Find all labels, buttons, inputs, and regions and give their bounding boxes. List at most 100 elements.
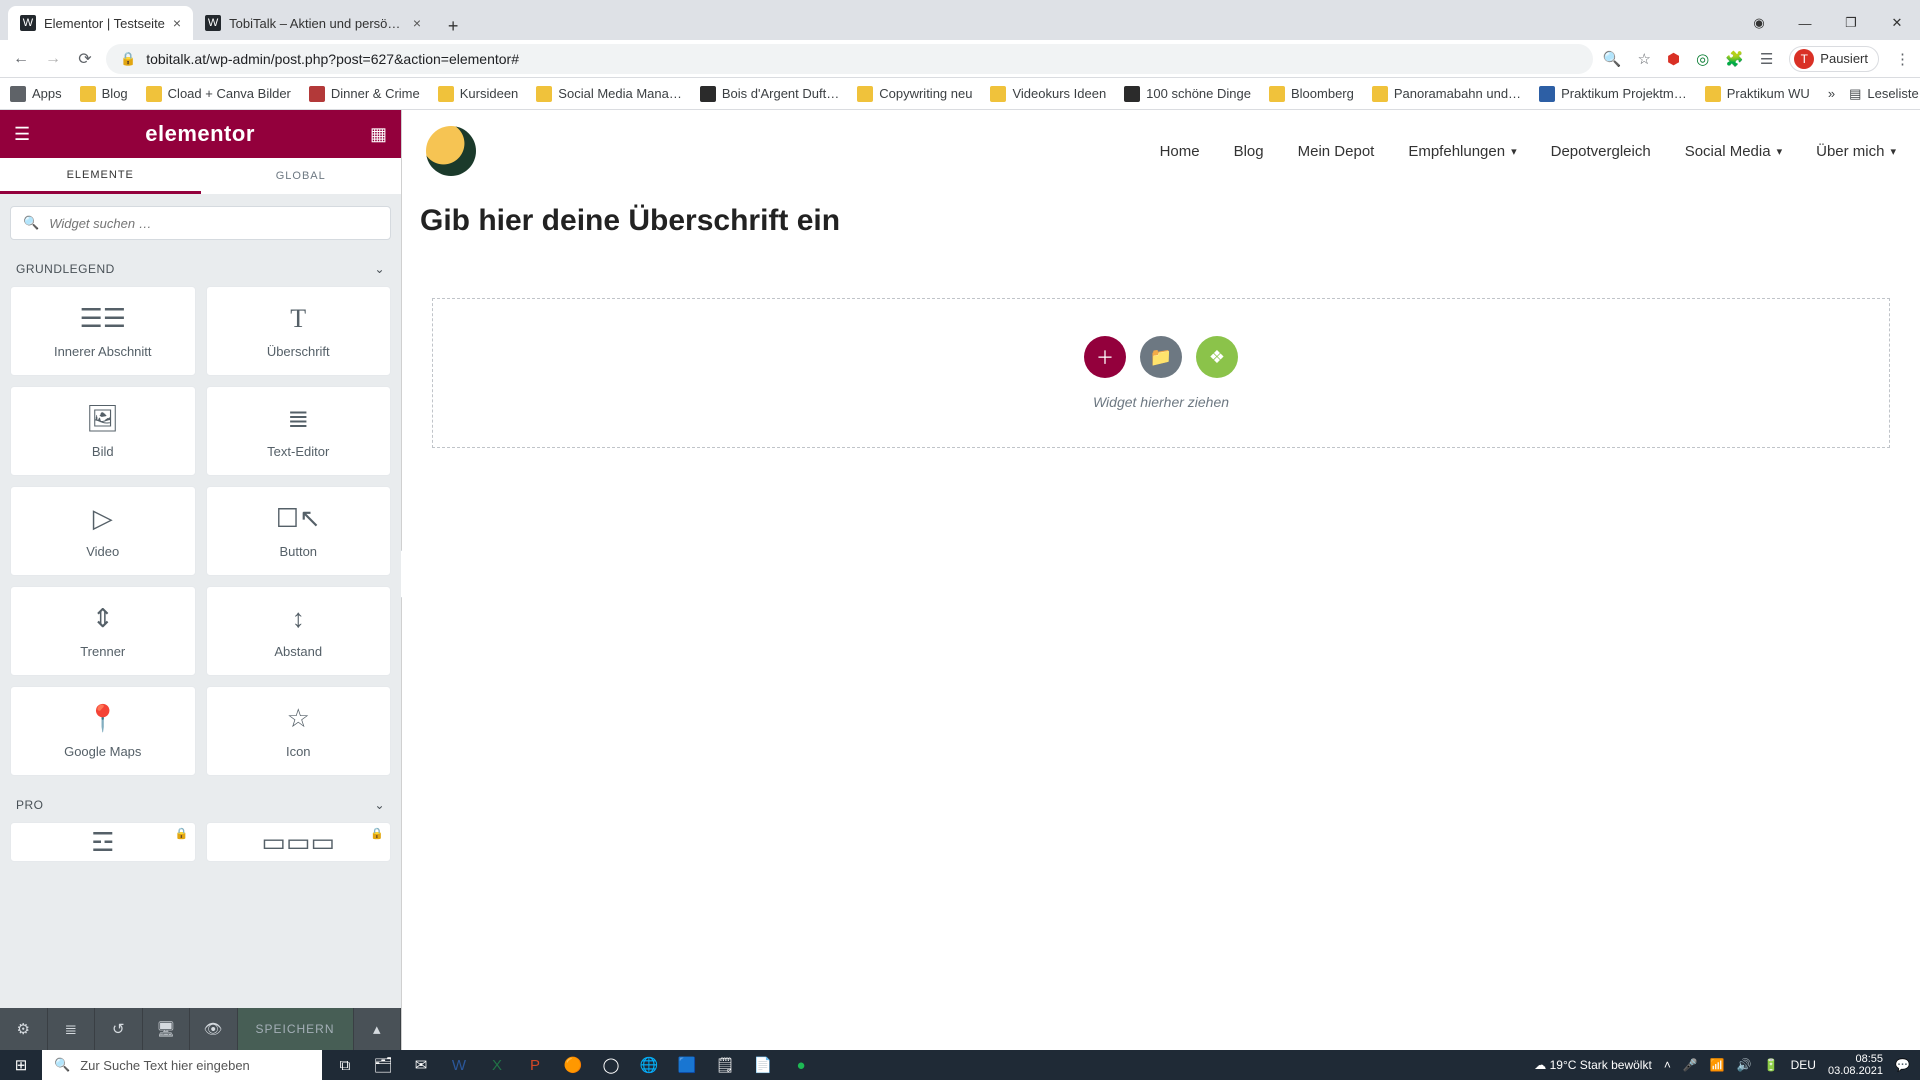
menu-icon[interactable]: ☰ [14,124,30,145]
site-logo[interactable] [426,126,476,176]
new-tab-button[interactable]: + [439,12,467,40]
settings-button[interactable]: ⚙ [0,1008,48,1050]
grid-icon[interactable]: ▦ [370,124,387,145]
widget-heading[interactable]: TÜberschrift [206,286,392,376]
bookmark-item[interactable]: Blog [80,86,128,102]
navigator-button[interactable]: ≣ [48,1008,96,1050]
taskbar-search[interactable]: 🔍 Zur Suche Text hier eingeben [42,1050,322,1080]
bookmark-item[interactable]: 100 schöne Dinge [1124,86,1251,102]
reload-icon[interactable]: ⟳ [74,49,96,69]
mail-icon[interactable]: ✉ [406,1050,436,1080]
preview-button[interactable]: 👁 [190,1008,238,1050]
nav-ueber-mich[interactable]: Über mich▾ [1816,143,1896,160]
widget-image[interactable]: 🖼Bild [10,386,196,476]
widget-text-editor[interactable]: ≣Text-Editor [206,386,392,476]
file-explorer-icon[interactable]: 🗂 [368,1050,398,1080]
zoom-icon[interactable]: 🔍 [1603,50,1622,68]
bookmark-item[interactable]: Kursideen [438,86,519,102]
envato-kit-button[interactable]: ❖ [1196,336,1238,378]
forward-icon[interactable]: → [42,50,64,68]
history-button[interactable]: ↺ [95,1008,143,1050]
save-options-button[interactable]: ▴ [354,1008,402,1050]
volume-icon[interactable]: 🔊 [1737,1058,1752,1072]
notifications-icon[interactable]: 💬 [1895,1058,1910,1072]
app-icon[interactable]: 📄 [748,1050,778,1080]
bookmarks-overflow-icon[interactable]: » [1828,86,1835,101]
task-view-icon[interactable]: ⧉ [330,1050,360,1080]
bookmark-star-icon[interactable]: ☆ [1638,50,1651,68]
page-title[interactable]: Gib hier deine Überschrift ein [420,204,1920,238]
add-template-button[interactable]: 📁 [1140,336,1182,378]
bookmark-item[interactable]: Bloomberg [1269,86,1354,102]
bookmark-item[interactable]: Copywriting neu [857,86,972,102]
wifi-icon[interactable]: 📶 [1710,1058,1725,1072]
bookmark-item[interactable]: Social Media Mana… [536,86,682,102]
window-maximize-icon[interactable]: ❐ [1828,6,1874,40]
bookmark-item[interactable]: Dinner & Crime [309,86,420,102]
powerpoint-icon[interactable]: P [520,1050,550,1080]
extension-icon[interactable]: ◎ [1696,50,1709,68]
widget-divider[interactable]: ⇕Trenner [10,586,196,676]
spotify-icon[interactable]: ● [786,1050,816,1080]
app-icon[interactable]: 🗒 [710,1050,740,1080]
weather-widget[interactable]: ☁ 19°C Stark bewölkt [1534,1058,1652,1072]
nav-empfehlungen[interactable]: Empfehlungen▾ [1408,143,1516,160]
tab-global[interactable]: GLOBAL [201,158,402,194]
start-button[interactable]: ⊞ [0,1056,42,1074]
nav-blog[interactable]: Blog [1234,143,1264,160]
reading-list-icon[interactable]: ☰ [1760,50,1773,68]
word-icon[interactable]: W [444,1050,474,1080]
category-basic[interactable]: GRUNDLEGEND ⌄ [0,252,401,286]
bookmark-item[interactable]: Panoramabahn und… [1372,86,1521,102]
tab-elements[interactable]: ELEMENTE [0,158,201,194]
url-field[interactable]: 🔒 tobitalk.at/wp-admin/post.php?post=627… [106,44,1593,74]
apps-button[interactable]: Apps [10,86,62,102]
extension-icon[interactable]: ⬢ [1667,50,1680,68]
kebab-menu-icon[interactable]: ⋮ [1895,50,1910,68]
extensions-puzzle-icon[interactable]: 🧩 [1725,50,1744,68]
profile-chip[interactable]: T Pausiert [1789,46,1879,72]
widget-pro-locked[interactable]: ▭▭▭ [206,822,392,862]
account-indicator-icon[interactable]: ◉ [1736,6,1782,40]
nav-home[interactable]: Home [1160,143,1200,160]
chrome-icon[interactable]: 🌐 [634,1050,664,1080]
tray-chevron-icon[interactable]: ˄ [1664,1058,1671,1072]
tab-tobitalk[interactable]: W TobiTalk – Aktien und persönlich… × [193,6,433,40]
widget-video[interactable]: ▷Video [10,486,196,576]
widget-button[interactable]: ☐↖Button [206,486,392,576]
bookmark-item[interactable]: Videokurs Ideen [990,86,1106,102]
category-pro[interactable]: PRO ⌄ [0,788,401,822]
bookmark-item[interactable]: Cload + Canva Bilder [146,86,291,102]
widget-inner-section[interactable]: ☰☰Innerer Abschnitt [10,286,196,376]
reading-list-button[interactable]: ▤Leseliste [1849,86,1919,102]
bookmark-item[interactable]: Praktikum Projektm… [1539,86,1687,102]
nav-social-media[interactable]: Social Media▾ [1685,143,1782,160]
search-input[interactable] [49,216,378,231]
taskbar-clock[interactable]: 08:55 03.08.2021 [1828,1053,1883,1077]
widget-search[interactable]: 🔍 [10,206,391,240]
back-icon[interactable]: ← [10,50,32,68]
widget-pro-locked[interactable]: ☲ [10,822,196,862]
obs-icon[interactable]: ◯ [596,1050,626,1080]
bookmark-item[interactable]: Praktikum WU [1705,86,1810,102]
widget-icon[interactable]: ☆Icon [206,686,392,776]
close-icon[interactable]: × [173,15,181,31]
keyboard-layout[interactable]: DEU [1791,1058,1816,1072]
window-minimize-icon[interactable]: — [1782,6,1828,40]
excel-icon[interactable]: X [482,1050,512,1080]
tab-elementor[interactable]: W Elementor | Testseite × [8,6,193,40]
close-icon[interactable]: × [413,15,421,31]
app-icon[interactable]: 🟠 [558,1050,588,1080]
add-section-button[interactable]: ＋ [1084,336,1126,378]
bookmark-item[interactable]: Bois d'Argent Duft… [700,86,839,102]
nav-mein-depot[interactable]: Mein Depot [1298,143,1375,160]
battery-icon[interactable]: 🔋 [1764,1058,1779,1072]
widget-spacer[interactable]: ↕Abstand [206,586,392,676]
window-close-icon[interactable]: ✕ [1874,6,1920,40]
edge-icon[interactable]: 🟦 [672,1050,702,1080]
microphone-icon[interactable]: 🎤 [1683,1058,1698,1072]
responsive-button[interactable]: 🖥 [143,1008,191,1050]
save-button[interactable]: SPEICHERN [238,1008,354,1050]
nav-depotvergleich[interactable]: Depotvergleich [1551,143,1651,160]
section-dropzone[interactable]: ＋ 📁 ❖ Widget hierher ziehen [432,298,1890,448]
